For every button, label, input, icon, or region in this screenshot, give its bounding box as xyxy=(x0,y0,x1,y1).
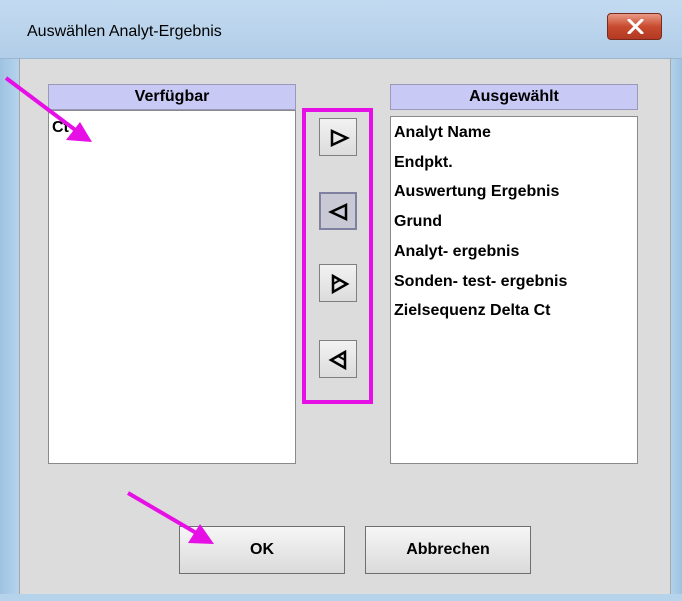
list-item[interactable]: Zielsequenz Delta Ct xyxy=(394,302,550,320)
move-all-left-button[interactable] xyxy=(319,340,357,378)
triangle-left-icon xyxy=(328,203,348,221)
move-all-right-button[interactable] xyxy=(319,264,357,302)
move-left-button[interactable] xyxy=(319,192,357,230)
selected-list[interactable]: Analyt Name Endpkt. Auswertung Ergebnis … xyxy=(390,116,638,464)
dialog-window: Auswählen Analyt-Ergebnis Verfügbar Ct A… xyxy=(0,0,682,601)
list-item[interactable]: Auswertung Ergebnis xyxy=(394,183,559,201)
double-triangle-right-icon xyxy=(331,273,350,295)
list-item[interactable]: Sonden- test- ergebnis xyxy=(394,273,567,291)
close-button[interactable] xyxy=(607,13,662,40)
list-item[interactable]: Endpkt. xyxy=(394,154,453,172)
list-item[interactable]: Grund xyxy=(394,213,442,231)
annotation-arrow-list xyxy=(4,76,92,142)
annotation-arrow-ok xyxy=(126,491,214,544)
available-list[interactable]: Ct xyxy=(48,110,296,464)
selected-list-header: Ausgewählt xyxy=(390,84,638,110)
triangle-right-icon xyxy=(330,129,350,147)
close-icon xyxy=(627,19,644,34)
list-item[interactable]: Analyt- ergebnis xyxy=(394,243,519,261)
double-triangle-left-icon xyxy=(328,349,347,371)
list-item[interactable]: Analyt Name xyxy=(394,124,491,142)
cancel-button[interactable]: Abbrechen xyxy=(365,526,531,574)
dialog-title: Auswählen Analyt-Ergebnis xyxy=(27,23,222,40)
window-frame-bottom xyxy=(0,594,682,601)
move-right-button[interactable] xyxy=(319,118,357,156)
title-bar[interactable]: Auswählen Analyt-Ergebnis xyxy=(0,0,682,59)
